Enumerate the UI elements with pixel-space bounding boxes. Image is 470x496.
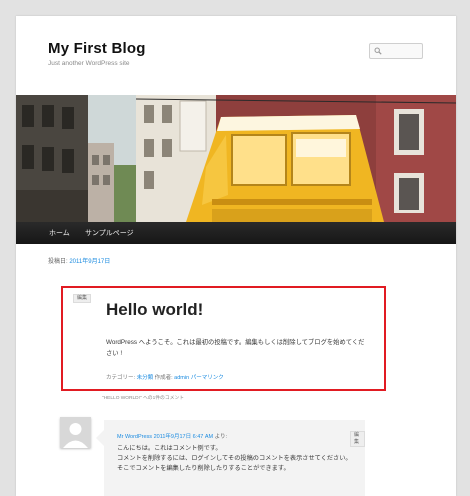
author-label: 作成者:: [154, 375, 173, 381]
post-meta: カテゴリー: 未分類 作成者: admin パーマリンク: [106, 373, 224, 381]
post-date: 投稿日: 2011年9月17日: [48, 256, 110, 265]
post-edit-button[interactable]: 編集: [73, 294, 92, 303]
category-link[interactable]: 未分類: [137, 375, 154, 381]
nav-item-home[interactable]: ホーム: [49, 228, 70, 238]
post-date-link[interactable]: 2011年9月17日: [69, 259, 110, 265]
comments-heading: "HELLO WORLD!" への1件のコメント: [102, 396, 185, 401]
posted-label: 投稿日:: [48, 259, 68, 265]
comment-line-1: こんにちは。これはコメント例です。: [117, 445, 222, 452]
comment-arrow: [96, 430, 104, 446]
comment-content: こんにちは。これはコメント例です。 コメントを削除するには、ログインしてその投稿…: [117, 444, 357, 474]
search-input[interactable]: [369, 43, 423, 59]
comment-said: より:: [214, 434, 228, 440]
main-navigation: ホーム サンプルページ: [16, 222, 456, 244]
author-link[interactable]: admin: [174, 375, 189, 381]
category-label: カテゴリー:: [106, 375, 136, 381]
post-content: WordPress へようこそ。これは最初の投稿です。編集もしくは削除してブログ…: [106, 339, 365, 357]
comment-author-link[interactable]: Mr WordPress: [117, 434, 152, 440]
comment-line-2: コメントを削除するには、ログインしてその投稿のコメントを表示させてください。: [117, 455, 352, 462]
default-avatar-icon: [60, 417, 91, 448]
site-title[interactable]: My First Blog: [48, 40, 146, 57]
search-icon: [374, 47, 382, 55]
avatar: [60, 417, 91, 448]
page-container: My First Blog Just another WordPress sit…: [16, 16, 456, 496]
site-description: Just another WordPress site: [48, 60, 130, 67]
post-title[interactable]: Hello world!: [106, 300, 203, 320]
header-image[interactable]: [16, 95, 456, 222]
permalink-link[interactable]: パーマリンク: [191, 375, 224, 381]
nav-item-sample-page[interactable]: サンプルページ: [85, 228, 134, 238]
post-highlight: 編集 Hello world! WordPress へようこそ。これは最初の投稿…: [61, 286, 386, 391]
comment-date-link[interactable]: 2011年9月17日 6:47 AM: [154, 434, 214, 440]
comment-item: Mr WordPress 2011年9月17日 6:47 AM より: 編集 こ…: [104, 420, 365, 496]
comment-line-3: そこでコメントを編集したり削除したりすることができます。: [117, 465, 290, 472]
comment-header: Mr WordPress 2011年9月17日 6:47 AM より:: [117, 432, 227, 440]
